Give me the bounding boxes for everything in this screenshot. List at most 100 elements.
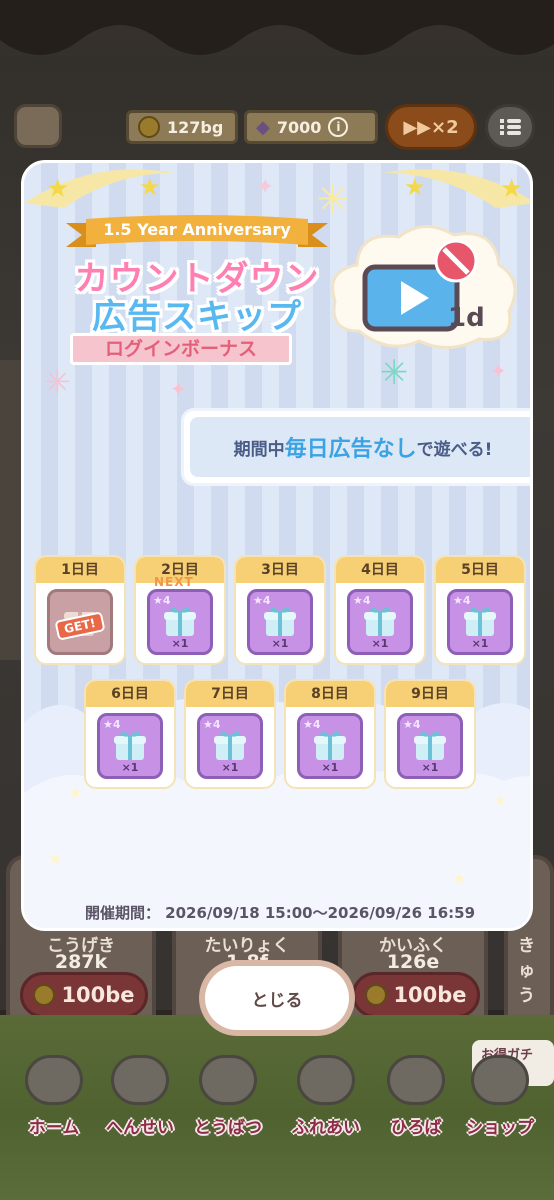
nav-henshin[interactable]: へんせい xyxy=(92,1055,188,1145)
upgrade-value: 287k xyxy=(54,951,108,973)
day-card-3[interactable]: 3日目 ★4 ×1 xyxy=(234,555,326,665)
coin-icon xyxy=(138,116,160,138)
day-card-4[interactable]: 4日目 ★4 ×1 xyxy=(334,555,426,665)
reward-count: ×1 xyxy=(371,637,389,650)
day-card-8[interactable]: 8日目 ★4 ×1 xyxy=(284,679,376,789)
close-button[interactable]: とじる xyxy=(205,966,349,1030)
reward-count: ×1 xyxy=(421,761,439,774)
day-reward: ★4 ×1 xyxy=(297,713,363,779)
gem-value: 7000 xyxy=(276,117,322,137)
door-icon xyxy=(297,1055,355,1105)
reward-count: ×1 xyxy=(121,761,139,774)
anniversary-text: 1.5 Year Anniversary xyxy=(103,220,291,239)
menu-icon xyxy=(500,119,521,135)
star-icon: ★ xyxy=(139,173,161,201)
upgrade-value: 126e xyxy=(386,951,440,973)
gift-icon xyxy=(414,731,446,760)
gift-icon xyxy=(364,607,396,636)
star-icon: ★ xyxy=(452,869,467,888)
signpost-icon xyxy=(387,1055,445,1105)
nav-label: ふれあい xyxy=(292,1118,360,1138)
gift-icon xyxy=(114,731,146,760)
gem-icon: ◆ xyxy=(256,116,270,138)
coin-icon xyxy=(365,984,388,1006)
nav-hiroba[interactable]: ひろば xyxy=(368,1055,464,1145)
star-icon: ★ xyxy=(68,783,83,802)
gift-icon xyxy=(214,731,246,760)
day-card-7[interactable]: 7日目 ★4 ×1 xyxy=(184,679,276,789)
star-icon: ★ xyxy=(500,174,523,204)
day-label: 5日目 xyxy=(436,557,524,583)
day-card-9[interactable]: 9日目 ★4 ×1 xyxy=(384,679,476,789)
promo-prefix: 期間中 xyxy=(233,439,285,460)
day-label: 4日目 xyxy=(336,557,424,583)
gift-icon xyxy=(264,607,296,636)
coin-value: 127bg xyxy=(167,117,224,137)
nav-label: ひろば xyxy=(390,1118,442,1138)
gift-icon xyxy=(464,607,496,636)
sparkle-icon: ✦ xyxy=(490,359,507,383)
sparkle-icon: ✳ xyxy=(380,353,409,393)
gift-icon xyxy=(314,731,346,760)
day-reward: ★4 ×1 xyxy=(97,713,163,779)
day-reward: ★4 ×1 xyxy=(147,589,213,655)
sparkle-icon: ✦ xyxy=(256,175,275,200)
house-icon xyxy=(25,1055,83,1105)
nav-home[interactable]: ホーム xyxy=(6,1055,102,1145)
upgrade-cost: 100be xyxy=(393,983,467,1007)
profile-button[interactable] xyxy=(14,104,62,148)
nav-tobatsu[interactable]: とうばつ xyxy=(180,1055,276,1145)
nav-label: ホーム xyxy=(28,1118,80,1138)
day-label: 1日目 xyxy=(36,557,124,583)
sparkle-icon: ✳ xyxy=(44,363,71,401)
moon-decoration: ★ ★ ★ ★ xyxy=(24,169,530,208)
day-card-6[interactable]: 6日目 ★4 ×1 xyxy=(84,679,176,789)
day-reward: ★4 ×1 xyxy=(197,713,263,779)
star-icon: ★ xyxy=(48,849,63,868)
nav-fureai[interactable]: ふれあい xyxy=(278,1055,374,1145)
day-label: 7日目 xyxy=(186,681,274,707)
upgrade-cost-button[interactable]: 100be xyxy=(352,972,480,1018)
coin-counter: 127bg xyxy=(126,110,238,144)
star-icon: ★ xyxy=(46,174,69,204)
promo-highlight: 毎日広告なし xyxy=(284,437,417,462)
day-card-5[interactable]: 5日目 ★4 ×1 xyxy=(434,555,526,665)
day-reward: ★4 ×1 xyxy=(397,713,463,779)
day-label: 3日目 xyxy=(236,557,324,583)
day-reward: ★4 ×1 xyxy=(447,589,513,655)
upgrade-cost: 100be xyxy=(61,983,135,1007)
upgrade-cost-button[interactable]: 100be xyxy=(20,972,148,1018)
top-wave-decoration xyxy=(0,0,554,55)
login-bonus-banner: ログインボーナス xyxy=(70,333,292,365)
reward-count: ×1 xyxy=(471,637,489,650)
day-card-1[interactable]: 1日目 GET! xyxy=(34,555,126,665)
speed-button[interactable]: ▶▶×2 xyxy=(385,104,477,150)
day-reward: ★4 ×1 xyxy=(347,589,413,655)
day-card-2[interactable]: 2日目 NEXT ★4 ×1 xyxy=(134,555,226,665)
reward-count: ×1 xyxy=(171,637,189,650)
menu-button[interactable] xyxy=(485,104,535,150)
day-label: 9日目 xyxy=(386,681,474,707)
star-icon: ★ xyxy=(494,793,507,809)
day-label: 8日目 xyxy=(286,681,374,707)
character-icon xyxy=(111,1055,169,1105)
next-badge: NEXT xyxy=(154,575,194,589)
nav-shop[interactable]: ショップ xyxy=(452,1055,548,1145)
day-reward-claimed: GET! xyxy=(47,589,113,655)
ad-skip-duration: 1d xyxy=(448,303,485,333)
day-label: 6日目 xyxy=(86,681,174,707)
coin-icon xyxy=(33,984,56,1006)
promo-banner: 期間中 毎日広告なし で遊べる! xyxy=(190,417,530,477)
info-icon[interactable]: i xyxy=(328,117,349,137)
ad-skip-illustration xyxy=(331,225,517,350)
upgrade-label: きゅう xyxy=(518,936,535,1006)
reward-count: ×1 xyxy=(321,761,339,774)
nav-label: とうばつ xyxy=(194,1118,262,1138)
title-ad-skip: 広告スキップ xyxy=(92,297,302,337)
nav-label: へんせい xyxy=(106,1118,174,1138)
nav-label: ショップ xyxy=(466,1118,534,1138)
shop-icon xyxy=(471,1055,529,1105)
star-icon: ★ xyxy=(404,173,426,201)
event-period: 開催期間： 2026/09/18 15:00〜2026/09/26 16:59 xyxy=(84,904,476,922)
reward-count: ×1 xyxy=(221,761,239,774)
